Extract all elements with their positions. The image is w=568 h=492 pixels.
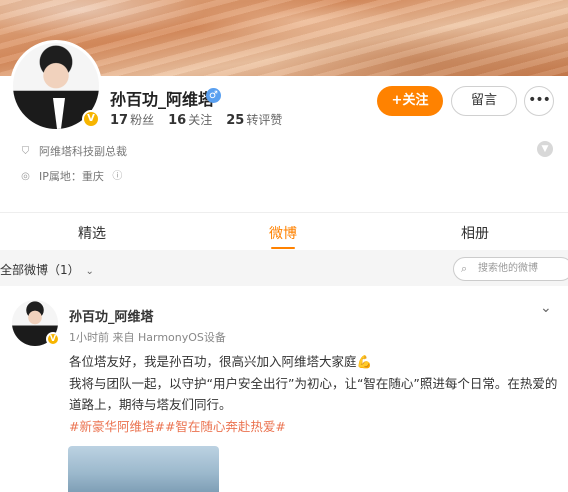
- message-button[interactable]: 留言: [451, 86, 517, 116]
- active-tab-indicator: [271, 247, 295, 249]
- post-image[interactable]: [68, 446, 219, 492]
- all-posts-label: 全部微博（1）: [0, 263, 80, 277]
- more-options-button[interactable]: •••: [524, 86, 554, 116]
- post-menu-chevron-icon[interactable]: ⌄: [540, 300, 552, 316]
- stat-followers[interactable]: 17 粉丝: [110, 111, 154, 128]
- post-card: V 孙百功_阿维塔 1小时前 来自 HarmonyOS设备 ⌄ 各位塔友好，我是…: [0, 286, 568, 492]
- tab-album[interactable]: 相册: [461, 223, 489, 243]
- info-icon[interactable]: ⓘ: [112, 171, 123, 182]
- male-gender-icon: ♂: [206, 88, 221, 103]
- post-meta: 1小时前 来自 HarmonyOS设备: [69, 329, 226, 345]
- post-source: 来自 HarmonyOS设备: [112, 331, 226, 344]
- profile-title: 阿维塔科技副总裁: [39, 145, 127, 158]
- search-posts-input[interactable]: ⌕ 搜索他的微博: [453, 257, 568, 281]
- follow-button[interactable]: +关注: [377, 86, 443, 116]
- post-topics[interactable]: #新豪华阿维塔##智在随心奔赴热爱#: [69, 416, 559, 438]
- post-body: 各位塔友好，我是孙百功，很高兴加入阿维塔大家庭💪 我将与团队一起，以守护“用户安…: [69, 351, 559, 437]
- verified-badge-icon: V: [82, 110, 100, 128]
- tab-weibo[interactable]: 微博: [269, 223, 297, 243]
- profile-stats: 17 粉丝 16 关注 25 转评赞: [110, 111, 282, 128]
- search-placeholder: 搜索他的微博: [478, 263, 538, 274]
- filter-bar: 全部微博（1） ⌄ ⌕ 搜索他的微博: [0, 250, 568, 286]
- stat-interactions[interactable]: 25 转评赞: [226, 111, 282, 128]
- ip-location: IP属地：重庆: [39, 170, 104, 183]
- profile-name: 孙百功_阿维塔: [110, 90, 215, 109]
- verified-badge-icon: V: [46, 332, 60, 346]
- post-avatar[interactable]: V: [12, 300, 60, 348]
- stat-following[interactable]: 16 关注: [168, 111, 212, 128]
- chevron-down-icon: ⌄: [85, 266, 94, 277]
- location-pin-icon: ◎: [21, 170, 30, 182]
- shield-icon: ⛉: [21, 145, 30, 157]
- chevron-down-icon[interactable]: ▼: [537, 141, 553, 157]
- profile-tabs: 精选 微博 相册: [0, 212, 568, 250]
- post-author[interactable]: 孙百功_阿维塔: [69, 306, 154, 325]
- ip-location-row: ◎ IP属地：重庆 ⓘ: [20, 168, 123, 184]
- tab-featured[interactable]: 精选: [78, 223, 106, 243]
- search-icon: ⌕: [461, 262, 468, 275]
- profile-avatar[interactable]: V: [10, 40, 102, 132]
- post-line-1: 各位塔友好，我是孙百功，很高兴加入阿维塔大家庭💪: [69, 354, 373, 369]
- all-posts-filter[interactable]: 全部微博（1） ⌄: [0, 261, 94, 278]
- post-line-2: 我将与团队一起，以守护“用户安全出行”为初心，让“智在随心”照进每个日常。在热爱…: [69, 375, 558, 413]
- post-time[interactable]: 1小时前: [69, 331, 109, 344]
- profile-title-row: ⛉ 阿维塔科技副总裁: [20, 143, 127, 159]
